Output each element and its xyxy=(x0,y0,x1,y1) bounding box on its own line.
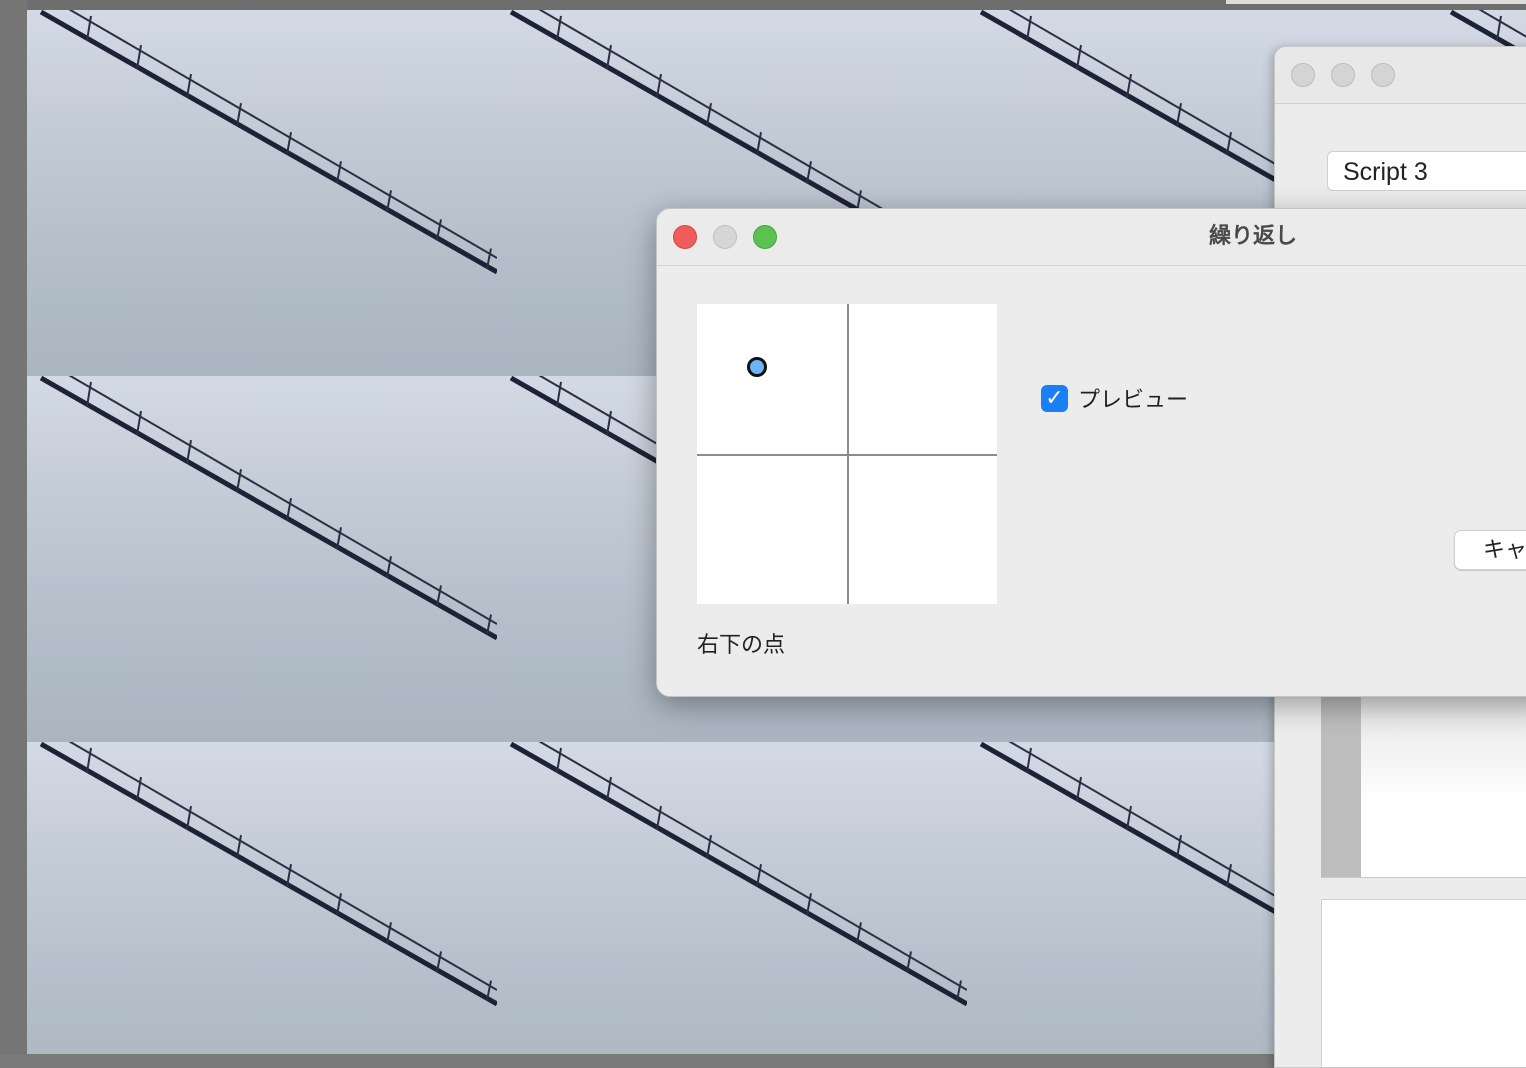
image-tile xyxy=(27,10,497,376)
cancel-button[interactable]: キャンセル xyxy=(1454,530,1526,570)
image-tile xyxy=(497,742,967,1054)
dialog-title: 繰り返し xyxy=(1209,224,1298,249)
minimize-button[interactable] xyxy=(1331,63,1355,87)
point-picker[interactable] xyxy=(697,304,997,604)
left-gutter xyxy=(0,0,27,1054)
zoom-button[interactable] xyxy=(1371,63,1395,87)
preview-checkbox[interactable]: ✓ xyxy=(1041,384,1068,412)
checkmark-icon: ✓ xyxy=(1045,385,1064,411)
image-tile xyxy=(27,742,497,1054)
preview-option[interactable]: ✓ プレビュー xyxy=(1041,382,1188,414)
picker-point-handle[interactable] xyxy=(747,357,767,377)
close-button[interactable] xyxy=(673,225,697,249)
repeat-dialog: 繰り返し 右下の点 ✓ プレビュー キャンセル xyxy=(656,208,1526,697)
preview-label: プレビュー xyxy=(1078,388,1189,413)
dialog-titlebar[interactable]: 繰り返し xyxy=(657,209,1526,266)
script-panel-sidebar xyxy=(1321,687,1361,877)
minimize-button[interactable] xyxy=(713,225,737,249)
script-window-titlebar[interactable] xyxy=(1275,47,1526,104)
image-tile xyxy=(27,376,497,742)
divider xyxy=(1321,877,1526,878)
picker-horizontal-line xyxy=(697,454,997,456)
point-caption: 右下の点 xyxy=(697,633,786,658)
script-panel xyxy=(1361,687,1526,877)
close-button[interactable] xyxy=(1291,63,1315,87)
top-strip-light xyxy=(1226,0,1526,4)
script-text-area[interactable] xyxy=(1321,899,1526,1067)
script-select[interactable]: Script 3 xyxy=(1327,151,1526,191)
zoom-button[interactable] xyxy=(753,225,777,249)
